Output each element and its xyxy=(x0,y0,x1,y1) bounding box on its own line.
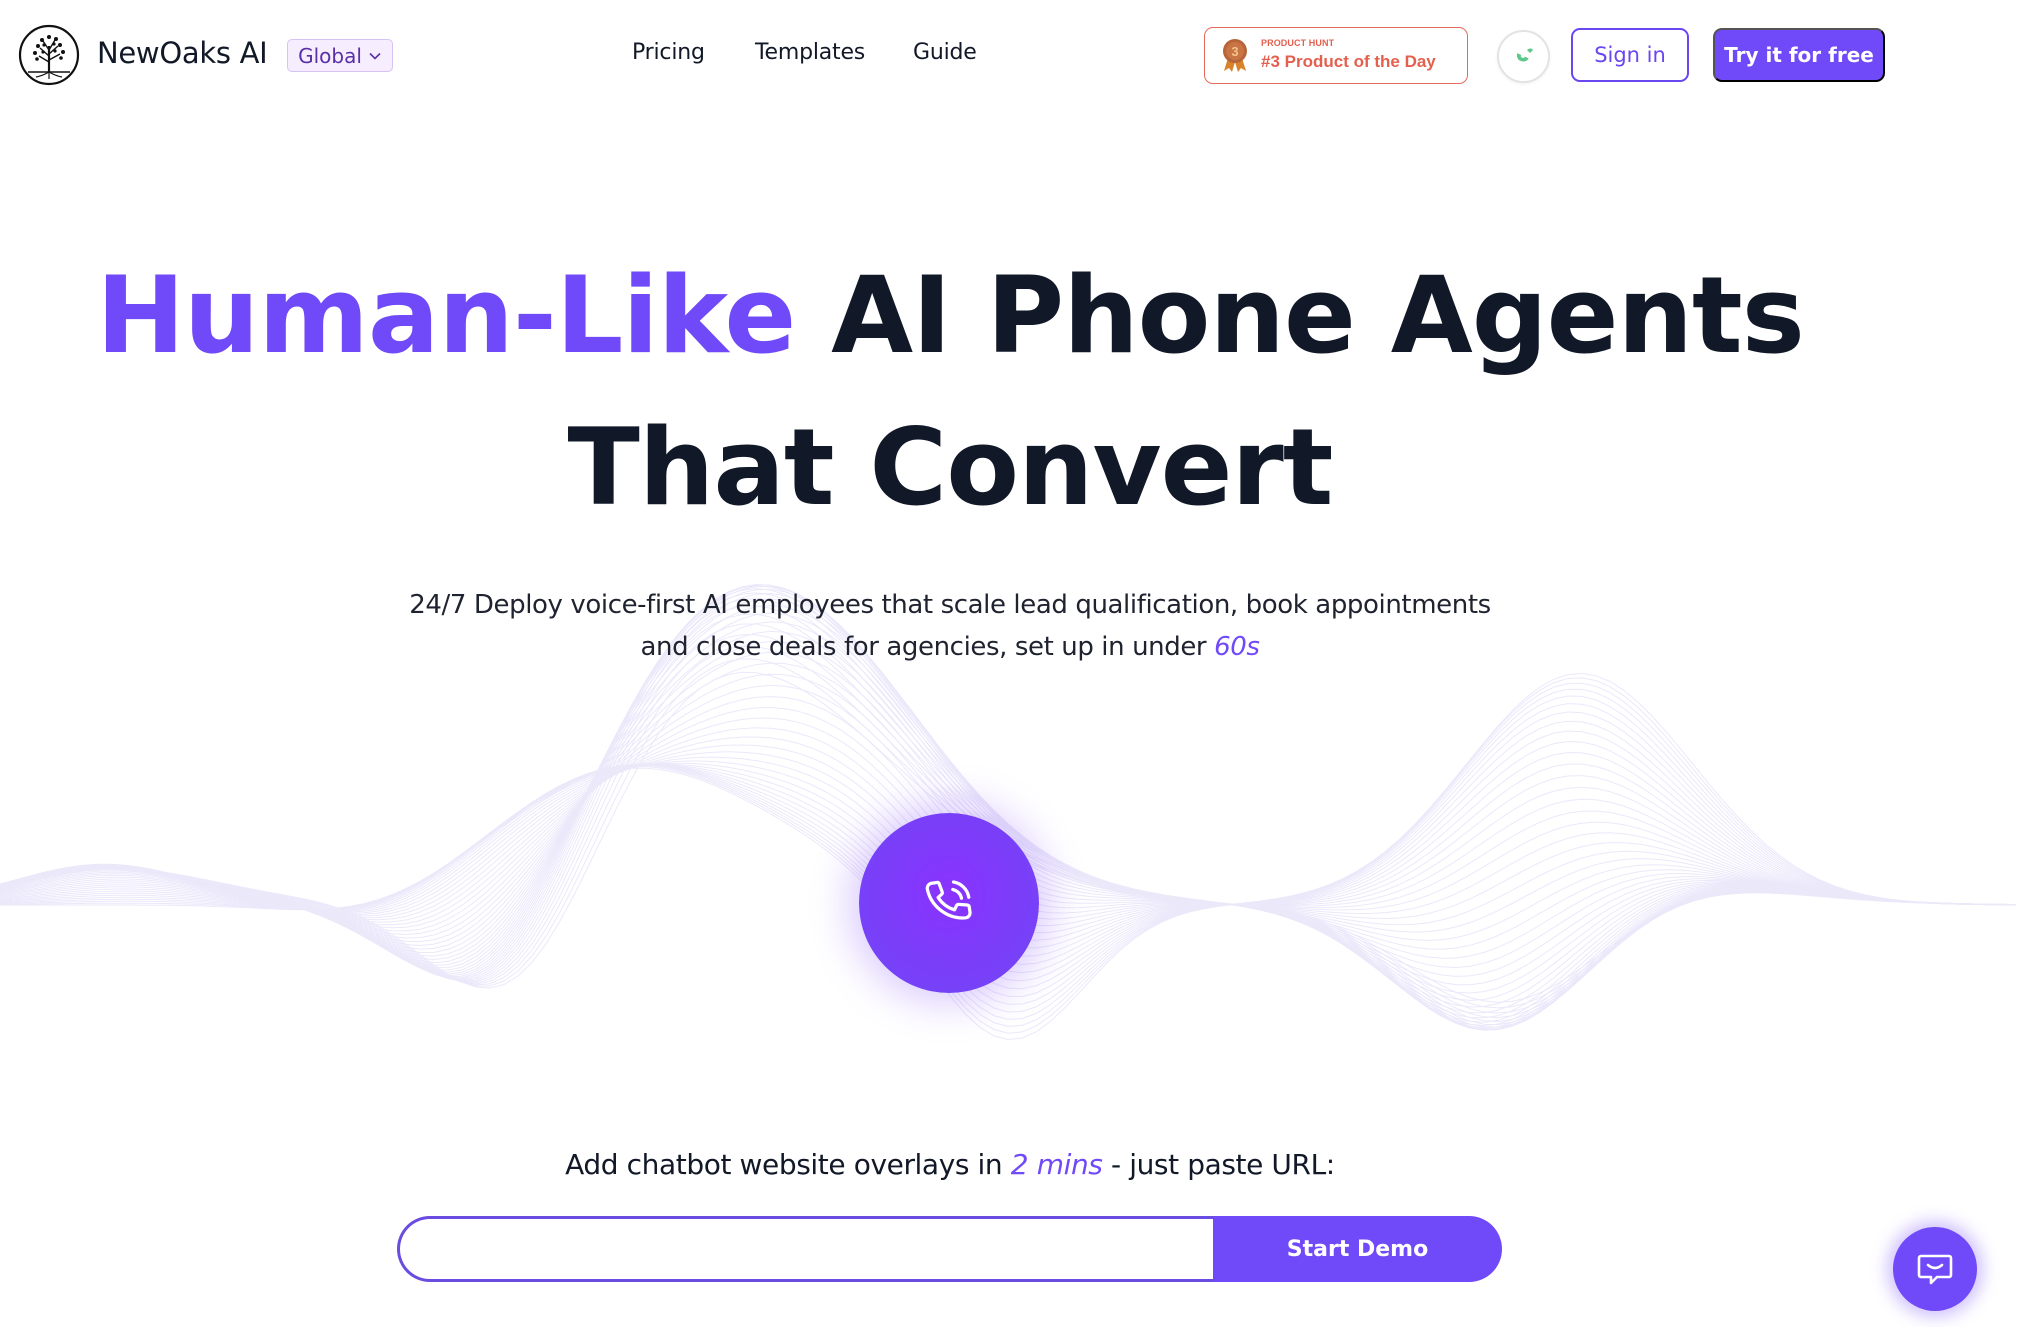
hero-subtitle-line2: and close deals for agencies, set up in … xyxy=(640,632,1215,662)
chat-widget-button[interactable] xyxy=(1893,1227,1977,1311)
phone-ringing-icon xyxy=(925,880,972,920)
medal-icon: 3 xyxy=(1223,39,1247,72)
chat-smile-icon xyxy=(1917,1254,1953,1285)
region-selected-label: Global xyxy=(298,43,362,68)
demo-url-form: Start Demo xyxy=(397,1216,1502,1282)
hero-subtitle-accent: 60s xyxy=(1214,632,1260,662)
try-it-for-free-button[interactable]: Try it for free xyxy=(1713,28,1885,82)
demo-label-prefix: Add chatbot website overlays in xyxy=(565,1148,1011,1181)
hero-title: Human-Like AI Phone Agents That Convert xyxy=(0,240,1900,544)
start-demo-button[interactable]: Start Demo xyxy=(1213,1216,1502,1282)
nav-link-guide[interactable]: Guide xyxy=(913,40,977,65)
start-call-button[interactable] xyxy=(859,813,1039,993)
phone-icon xyxy=(1516,48,1533,61)
demo-label-accent: 2 mins xyxy=(1010,1148,1103,1181)
nav-link-pricing[interactable]: Pricing xyxy=(632,40,705,65)
website-url-input[interactable] xyxy=(397,1216,1237,1282)
demo-label: Add chatbot website overlays in 2 mins -… xyxy=(0,1148,1900,1181)
hero-subtitle: 24/7 Deploy voice-first AI employees tha… xyxy=(0,584,1900,668)
hero-subtitle-line1: 24/7 Deploy voice-first AI employees tha… xyxy=(409,590,1491,620)
product-hunt-title: #3 Product of the Day xyxy=(1261,52,1436,71)
chevron-down-icon xyxy=(369,52,381,60)
product-hunt-eyebrow: PRODUCT HUNT xyxy=(1261,38,1335,48)
demo-label-suffix: - just paste URL: xyxy=(1102,1148,1335,1181)
hero-title-accent: Human-Like xyxy=(96,254,796,377)
header-call-button[interactable] xyxy=(1497,30,1550,83)
region-selector[interactable]: Global xyxy=(287,39,393,72)
logo-oak-tree-icon[interactable] xyxy=(18,24,80,86)
sign-in-button[interactable]: Sign in xyxy=(1571,28,1689,82)
svg-text:3: 3 xyxy=(1231,44,1238,59)
brand-name[interactable]: NewOaks AI xyxy=(97,36,268,70)
nav-link-templates[interactable]: Templates xyxy=(755,40,865,65)
product-hunt-badge[interactable]: 3 PRODUCT HUNT #3 Product of the Day xyxy=(1204,27,1468,84)
